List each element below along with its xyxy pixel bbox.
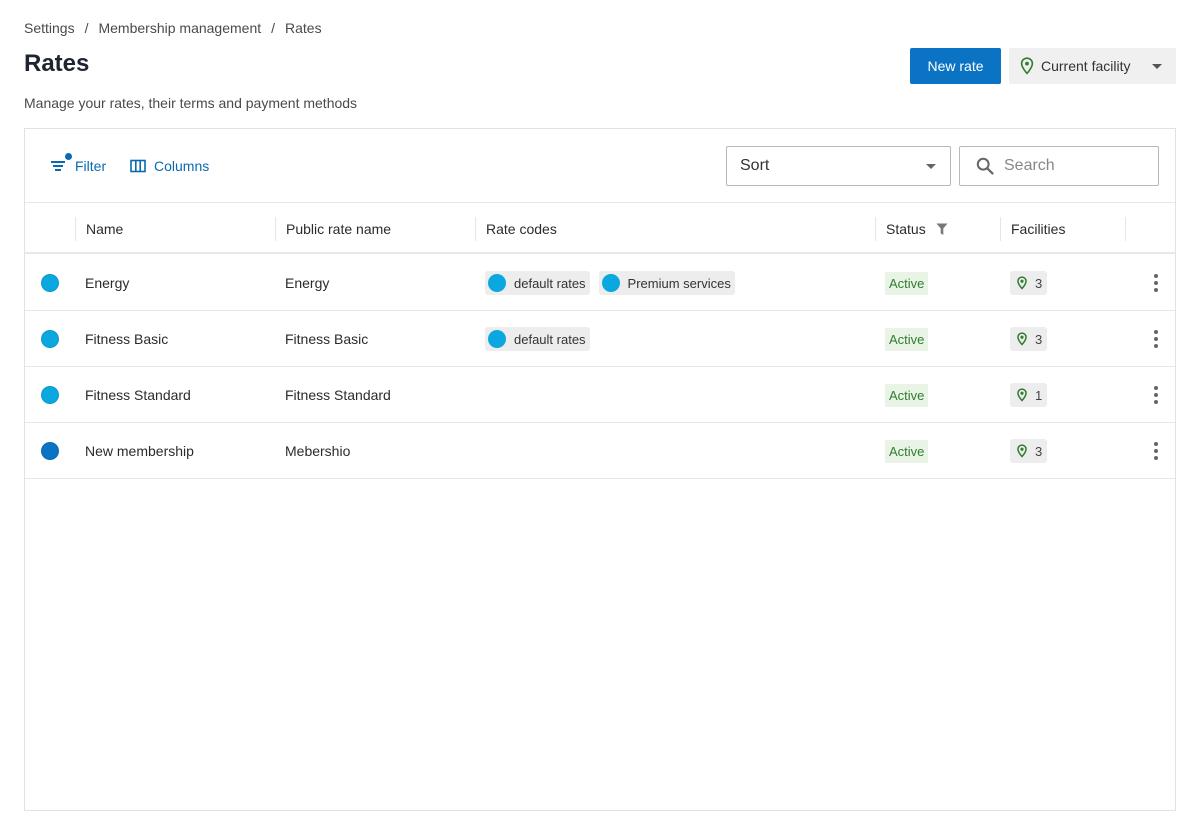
breadcrumb-separator: / [271,20,276,36]
location-pin-icon [1017,276,1027,290]
rate-name[interactable]: New membership [85,423,194,479]
location-pin-icon [1017,332,1027,346]
search-icon [976,157,994,175]
rate-color-swatch [41,386,59,404]
rate-color-swatch [41,274,59,292]
rate-code-chip: default rates [485,271,590,295]
filter-button[interactable]: Filter [51,153,107,174]
filter-label: Filter [75,158,107,174]
columns-label: Columns [154,158,210,174]
chevron-down-icon [1152,64,1162,69]
chevron-down-icon [926,164,936,169]
rate-code-chip: Premium services [598,271,735,295]
page-title: Rates [24,50,90,77]
table-row[interactable]: Fitness Basic Fitness Basic default rate… [25,311,1175,367]
column-header-public-rate-name[interactable]: Public rate name [275,217,475,241]
more-options-icon[interactable] [1146,441,1166,461]
status-badge: Active [885,271,929,295]
table-toolbar: Filter Columns Sort [25,129,1175,203]
public-rate-name: Mebershio [285,443,351,459]
breadcrumb-separator: / [84,20,89,36]
facilities-count: 3 [1035,443,1043,459]
new-rate-button[interactable]: New rate [910,48,1001,84]
facilities-badge: 3 [1010,327,1048,351]
rates-table-card: Filter Columns Sort Name Publi [24,128,1176,811]
facilities-badge: 1 [1010,383,1048,407]
search-box [959,146,1159,186]
facilities-count: 1 [1035,387,1043,403]
column-header-label: Name [86,221,124,237]
column-header-name[interactable]: Name [75,217,275,241]
page-subtitle: Manage your rates, their terms and payme… [24,95,358,111]
column-header-label: Facilities [1011,221,1066,237]
facilities-count: 3 [1035,331,1043,347]
breadcrumb-membership-management[interactable]: Membership management [98,20,261,36]
column-header-status[interactable]: Status [875,217,1000,241]
sort-select[interactable]: Sort [726,146,951,186]
status-badge: Active [885,439,929,463]
table-row[interactable]: Fitness Standard Fitness Standard Active… [25,367,1175,423]
column-header-label: Public rate name [286,221,392,237]
current-facility-label: Current facility [1041,58,1131,74]
facilities-badge: 3 [1010,271,1048,295]
filter-funnel-icon[interactable] [936,223,948,236]
breadcrumb-settings[interactable]: Settings [24,20,75,36]
breadcrumb: Settings / Membership management / Rates [24,20,322,36]
facilities-badge: 3 [1010,439,1048,463]
columns-button[interactable]: Columns [130,158,209,174]
rate-code-chip: default rates [485,327,590,351]
table-row[interactable]: New membership Mebershio Active 3 [25,423,1175,479]
columns-icon [130,159,146,173]
location-pin-icon [1017,444,1027,458]
location-pin-icon [1017,388,1027,402]
status-badge: Active [885,383,929,407]
location-pin-icon [1020,57,1034,75]
table-row[interactable]: Energy Energy default rates Premium serv… [25,255,1175,311]
rate-name[interactable]: Energy [85,255,129,311]
more-options-icon[interactable] [1146,273,1166,293]
column-header-actions [1125,217,1176,241]
table-header: Name Public rate name Rate codes Status … [25,203,1175,254]
more-options-icon[interactable] [1146,329,1166,349]
column-header-rate-codes[interactable]: Rate codes [475,217,875,241]
facilities-count: 3 [1035,275,1043,291]
rate-name[interactable]: Fitness Basic [85,311,168,367]
column-header-label: Rate codes [486,221,557,237]
column-header-facilities[interactable]: Facilities [1000,217,1125,241]
rate-codes: default rates Premium services [485,255,744,311]
rate-codes: default rates [485,311,599,367]
filter-icon [51,153,72,173]
public-rate-name: Fitness Standard [285,387,391,403]
public-rate-name: Energy [285,275,330,291]
search-input[interactable] [1004,157,1144,175]
status-badge: Active [885,327,929,351]
column-header-label: Status [886,221,926,237]
more-options-icon[interactable] [1146,385,1166,405]
public-rate-name: Fitness Basic [285,331,369,347]
sort-label: Sort [740,157,770,174]
breadcrumb-rates: Rates [285,20,322,36]
rate-name[interactable]: Fitness Standard [85,367,191,423]
current-facility-select[interactable]: Current facility [1009,48,1176,84]
rate-color-swatch [41,442,59,460]
rate-color-swatch [41,330,59,348]
